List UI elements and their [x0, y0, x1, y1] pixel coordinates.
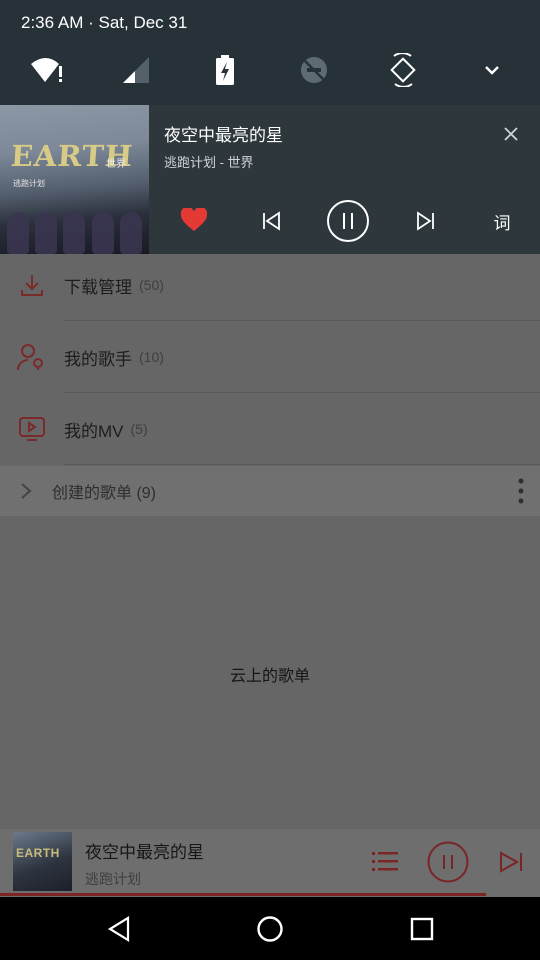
heart-icon[interactable] [180, 207, 208, 233]
mini-album-art: EARTH [13, 832, 72, 891]
mini-song-title: 夜空中最亮的星 [85, 843, 204, 862]
next-track-icon[interactable] [497, 849, 525, 875]
status-time-date: 2:36 AM · Sat, Dec 31 [21, 13, 188, 32]
divider [64, 464, 540, 465]
more-vert-icon[interactable] [518, 478, 524, 509]
do-not-disturb-off-icon[interactable] [296, 52, 332, 88]
battery-charging-icon[interactable] [207, 52, 243, 88]
pause-icon[interactable] [427, 841, 469, 883]
auto-rotate-icon[interactable] [385, 52, 421, 88]
back-icon[interactable] [102, 912, 136, 946]
album-art-figures [0, 204, 149, 254]
library-item-label: 我的MV [64, 421, 124, 441]
lyrics-button[interactable]: 词 [490, 209, 514, 233]
library-item-count: (10) [139, 349, 164, 365]
next-track-icon[interactable] [413, 209, 439, 233]
library-item-count: (50) [139, 277, 164, 293]
singer-icon [0, 343, 64, 371]
pause-circle-icon[interactable] [326, 199, 370, 243]
library-item-singers[interactable]: 我的歌手 (10) [0, 321, 540, 393]
home-icon[interactable] [253, 912, 287, 946]
previous-track-icon[interactable] [258, 209, 284, 233]
cloud-playlists-label: 云上的歌单 [229, 668, 310, 685]
album-art: EARTH 世界 逃跑计划 [0, 105, 149, 254]
playback-progress [0, 893, 486, 896]
media-notification[interactable]: EARTH 世界 逃跑计划 夜空中最亮的星 逃跑计划 - 世界 词 [0, 105, 540, 254]
notification-shade-header: 2:36 AM · Sat, Dec 31 [0, 0, 540, 105]
notification-song-title: 夜空中最亮的星 [164, 126, 283, 145]
wifi-alert-icon[interactable] [29, 52, 65, 88]
album-art-band: 逃跑计划 [13, 179, 45, 188]
library-item-count: (5) [130, 421, 148, 437]
library-item-downloads[interactable]: 下载管理 (50) [0, 249, 540, 321]
playlist-icon[interactable] [371, 847, 399, 875]
cell-signal-icon[interactable] [118, 52, 154, 88]
recents-icon[interactable] [405, 912, 439, 946]
download-icon [0, 272, 64, 298]
library-item-label: 下载管理 [64, 277, 132, 297]
notification-artist-album: 逃跑计划 - 世界 [164, 155, 254, 170]
created-playlists-label: 创建的歌单 (9) [52, 485, 157, 502]
library-item-mv[interactable]: 我的MV (5) [0, 393, 540, 465]
close-icon[interactable] [500, 123, 522, 145]
created-playlists-header[interactable]: 创建的歌单 (9) [0, 466, 540, 516]
expand-chevron-icon[interactable] [474, 52, 510, 88]
mini-album-art-text: EARTH [16, 846, 60, 860]
mv-icon [0, 415, 64, 443]
mini-player[interactable]: EARTH 夜空中最亮的星 逃跑计划 [0, 829, 540, 897]
library-item-label: 我的歌手 [64, 349, 132, 369]
mini-artist: 逃跑计划 [85, 871, 141, 887]
album-art-subtitle: 世界 [106, 159, 126, 170]
chevron-right-icon [0, 482, 52, 500]
navigation-bar [0, 897, 540, 960]
